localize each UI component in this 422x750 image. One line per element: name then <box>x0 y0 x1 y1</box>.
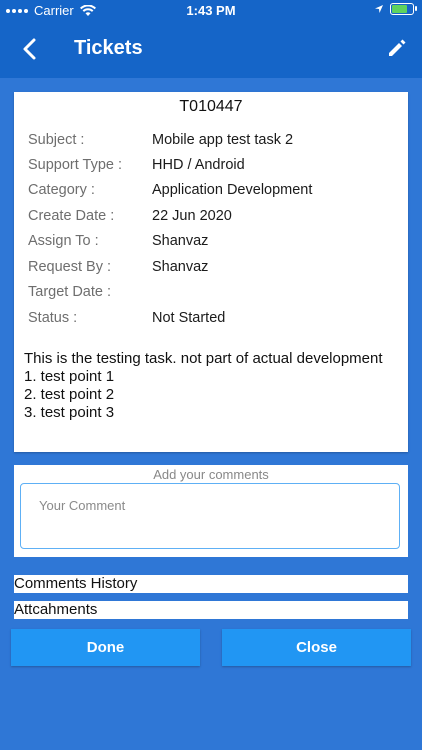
subject-value: Mobile app test task 2 <box>152 132 294 148</box>
comment-input[interactable] <box>20 483 400 549</box>
request-by-value: Shanvaz <box>152 259 209 275</box>
assign-to-value: Shanvaz <box>152 233 209 249</box>
comments-history-section[interactable]: Comments History <box>14 575 408 593</box>
page-title: Tickets <box>74 37 143 59</box>
battery-icon <box>390 3 417 15</box>
add-comment-card: Add your comments <box>14 465 408 557</box>
subject-label: Subject : <box>28 132 85 148</box>
status-label: Status : <box>28 310 78 326</box>
create-date-value: 22 Jun 2020 <box>152 208 232 224</box>
support-type-value: HHD / Android <box>152 157 245 173</box>
nav-bar: Tickets <box>0 22 422 78</box>
back-arrow-icon[interactable] <box>16 35 44 63</box>
category-label: Category : <box>28 182 95 198</box>
location-arrow-icon <box>375 5 383 13</box>
ticket-description: This is the testing task. not part of ac… <box>24 350 383 421</box>
close-button[interactable]: Close <box>222 629 411 666</box>
status-bar: Carrier 1:43 PM <box>0 0 422 22</box>
target-date-label: Target Date : <box>28 284 112 300</box>
clock: 1:43 PM <box>186 3 236 18</box>
create-date-label: Create Date : <box>28 208 115 224</box>
done-button[interactable]: Done <box>11 629 200 666</box>
support-type-label: Support Type : <box>28 157 123 173</box>
category-value: Application Development <box>152 182 313 198</box>
request-by-label: Request By : <box>28 259 112 275</box>
status-value: Not Started <box>152 310 226 326</box>
assign-to-label: Assign To : <box>28 233 99 249</box>
pencil-icon[interactable] <box>386 37 408 59</box>
ticket-id: T010447 <box>179 98 243 115</box>
status-right <box>374 3 417 15</box>
add-comment-heading: Add your comments <box>153 467 269 482</box>
attachments-section[interactable]: Attcahments <box>14 601 408 619</box>
ticket-details-card: T010447 Subject : Mobile app test task 2… <box>14 92 408 452</box>
